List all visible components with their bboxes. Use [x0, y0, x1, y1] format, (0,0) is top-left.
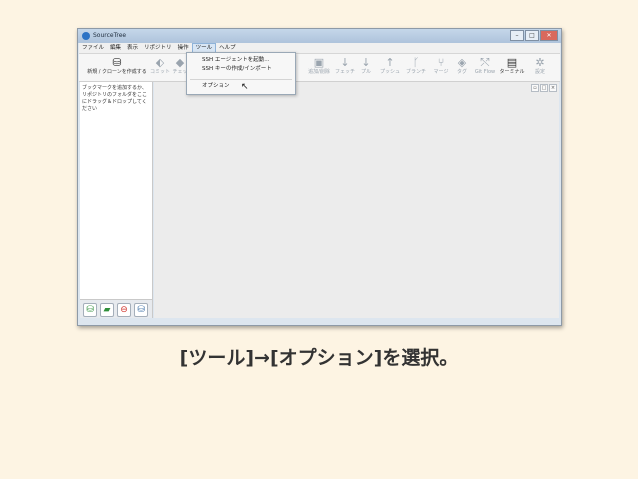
- panel-restore-button[interactable]: ▫: [531, 84, 539, 92]
- add-remove-button[interactable]: ▣ 追加/削除: [306, 56, 332, 76]
- commit-icon: ⬖: [155, 56, 165, 69]
- new-clone-button[interactable]: ⛁ 新規 / クローンを作成する: [83, 56, 151, 76]
- remove-circle-icon: ⊖: [120, 305, 128, 315]
- sidebar-bottom-bar: ⛁ ▰ ⊖ ⛁: [80, 299, 152, 318]
- terminal-button[interactable]: ▤ ターミナル: [498, 56, 526, 76]
- database-gear-icon: ⛁: [137, 305, 145, 315]
- settings-button[interactable]: ✲ 設定: [533, 56, 547, 76]
- repository-settings-button[interactable]: ⛁: [134, 303, 148, 317]
- push-arrow-icon: ↑: [385, 56, 395, 69]
- commit-button[interactable]: ⬖ コミット: [149, 56, 171, 76]
- minimize-button[interactable]: –: [510, 30, 524, 41]
- database-plus-icon: ⛁: [86, 305, 94, 315]
- menu-item-ssh-key[interactable]: SSH キーの作成/インポート: [202, 65, 272, 73]
- menu-file[interactable]: ファイル: [79, 43, 107, 53]
- folder-plus-icon: ▰: [103, 305, 111, 315]
- sidebar-hint-text: ブックマークを追加するか、リポジトリのフォルダをここにドラッグ＆ドロップしてくだ…: [82, 85, 148, 112]
- menu-view[interactable]: 表示: [124, 43, 141, 53]
- mouse-cursor-icon: ↖: [241, 82, 249, 92]
- tag-icon: ◈: [457, 56, 467, 69]
- merge-button[interactable]: ⑂ マージ: [431, 56, 451, 76]
- tag-button[interactable]: ◈ タグ: [455, 56, 469, 76]
- main-content-area: ▫ □ ×: [154, 82, 559, 318]
- toolbar: ⛁ 新規 / クローンを作成する ⬖ コミット ◆ チェッ ▣ 追加/削除 ↓ …: [79, 54, 560, 82]
- tools-dropdown-menu: SSH エージェントを起動... SSH キーの作成/インポート オプション ↖: [186, 52, 296, 95]
- maximize-button[interactable]: □: [525, 30, 539, 41]
- panel-close-button[interactable]: ×: [549, 84, 557, 92]
- panel-controls: ▫ □ ×: [531, 84, 557, 92]
- fetch-arrow-icon: ↓: [340, 56, 350, 69]
- sourcetree-logo-icon: [82, 32, 90, 40]
- remove-bookmark-button[interactable]: ⊖: [117, 303, 131, 317]
- close-button[interactable]: ✕: [540, 30, 558, 41]
- git-flow-icon: ⤲: [480, 56, 490, 69]
- branch-icon: ᚴ: [412, 56, 420, 69]
- branch-button[interactable]: ᚴ ブランチ: [404, 56, 428, 76]
- terminal-icon: ▤: [506, 56, 518, 69]
- menu-bar: ファイル 編集 表示 リポジトリ 操作 ツール ヘルプ: [79, 43, 560, 54]
- menu-item-options[interactable]: オプション: [202, 82, 230, 90]
- merge-icon: ⑂: [437, 56, 445, 69]
- add-remove-icon: ▣: [313, 56, 325, 69]
- menu-item-start-ssh-agent[interactable]: SSH エージェントを起動...: [202, 56, 270, 64]
- menu-repository[interactable]: リポジトリ: [141, 43, 175, 53]
- window-controls: – □ ✕: [510, 30, 558, 41]
- title-bar: SourceTree – □ ✕: [78, 29, 561, 43]
- pull-arrow-icon: ↓: [361, 56, 371, 69]
- gear-icon: ✲: [535, 56, 545, 69]
- menu-edit[interactable]: 編集: [107, 43, 124, 53]
- bookmarks-sidebar: ブックマークを追加するか、リポジトリのフォルダをここにドラッグ＆ドロップしてくだ…: [80, 82, 153, 318]
- sourcetree-window: SourceTree – □ ✕ ファイル 編集 表示 リポジトリ 操作 ツール…: [77, 28, 562, 326]
- git-flow-button[interactable]: ⤲ Git Flow: [473, 56, 497, 76]
- menu-separator: [190, 79, 292, 80]
- slide-caption: [ツール]→[オプション]を選択。: [179, 347, 459, 369]
- panel-maximize-button[interactable]: □: [540, 84, 548, 92]
- add-repository-button[interactable]: ⛁: [83, 303, 97, 317]
- fetch-button[interactable]: ↓ フェッチ: [334, 56, 356, 76]
- window-title: SourceTree: [93, 32, 127, 39]
- pull-button[interactable]: ↓ プル: [359, 56, 373, 76]
- database-add-icon: ⛁: [112, 56, 122, 69]
- push-button[interactable]: ↑ プッシュ: [378, 56, 402, 76]
- add-folder-button[interactable]: ▰: [100, 303, 114, 317]
